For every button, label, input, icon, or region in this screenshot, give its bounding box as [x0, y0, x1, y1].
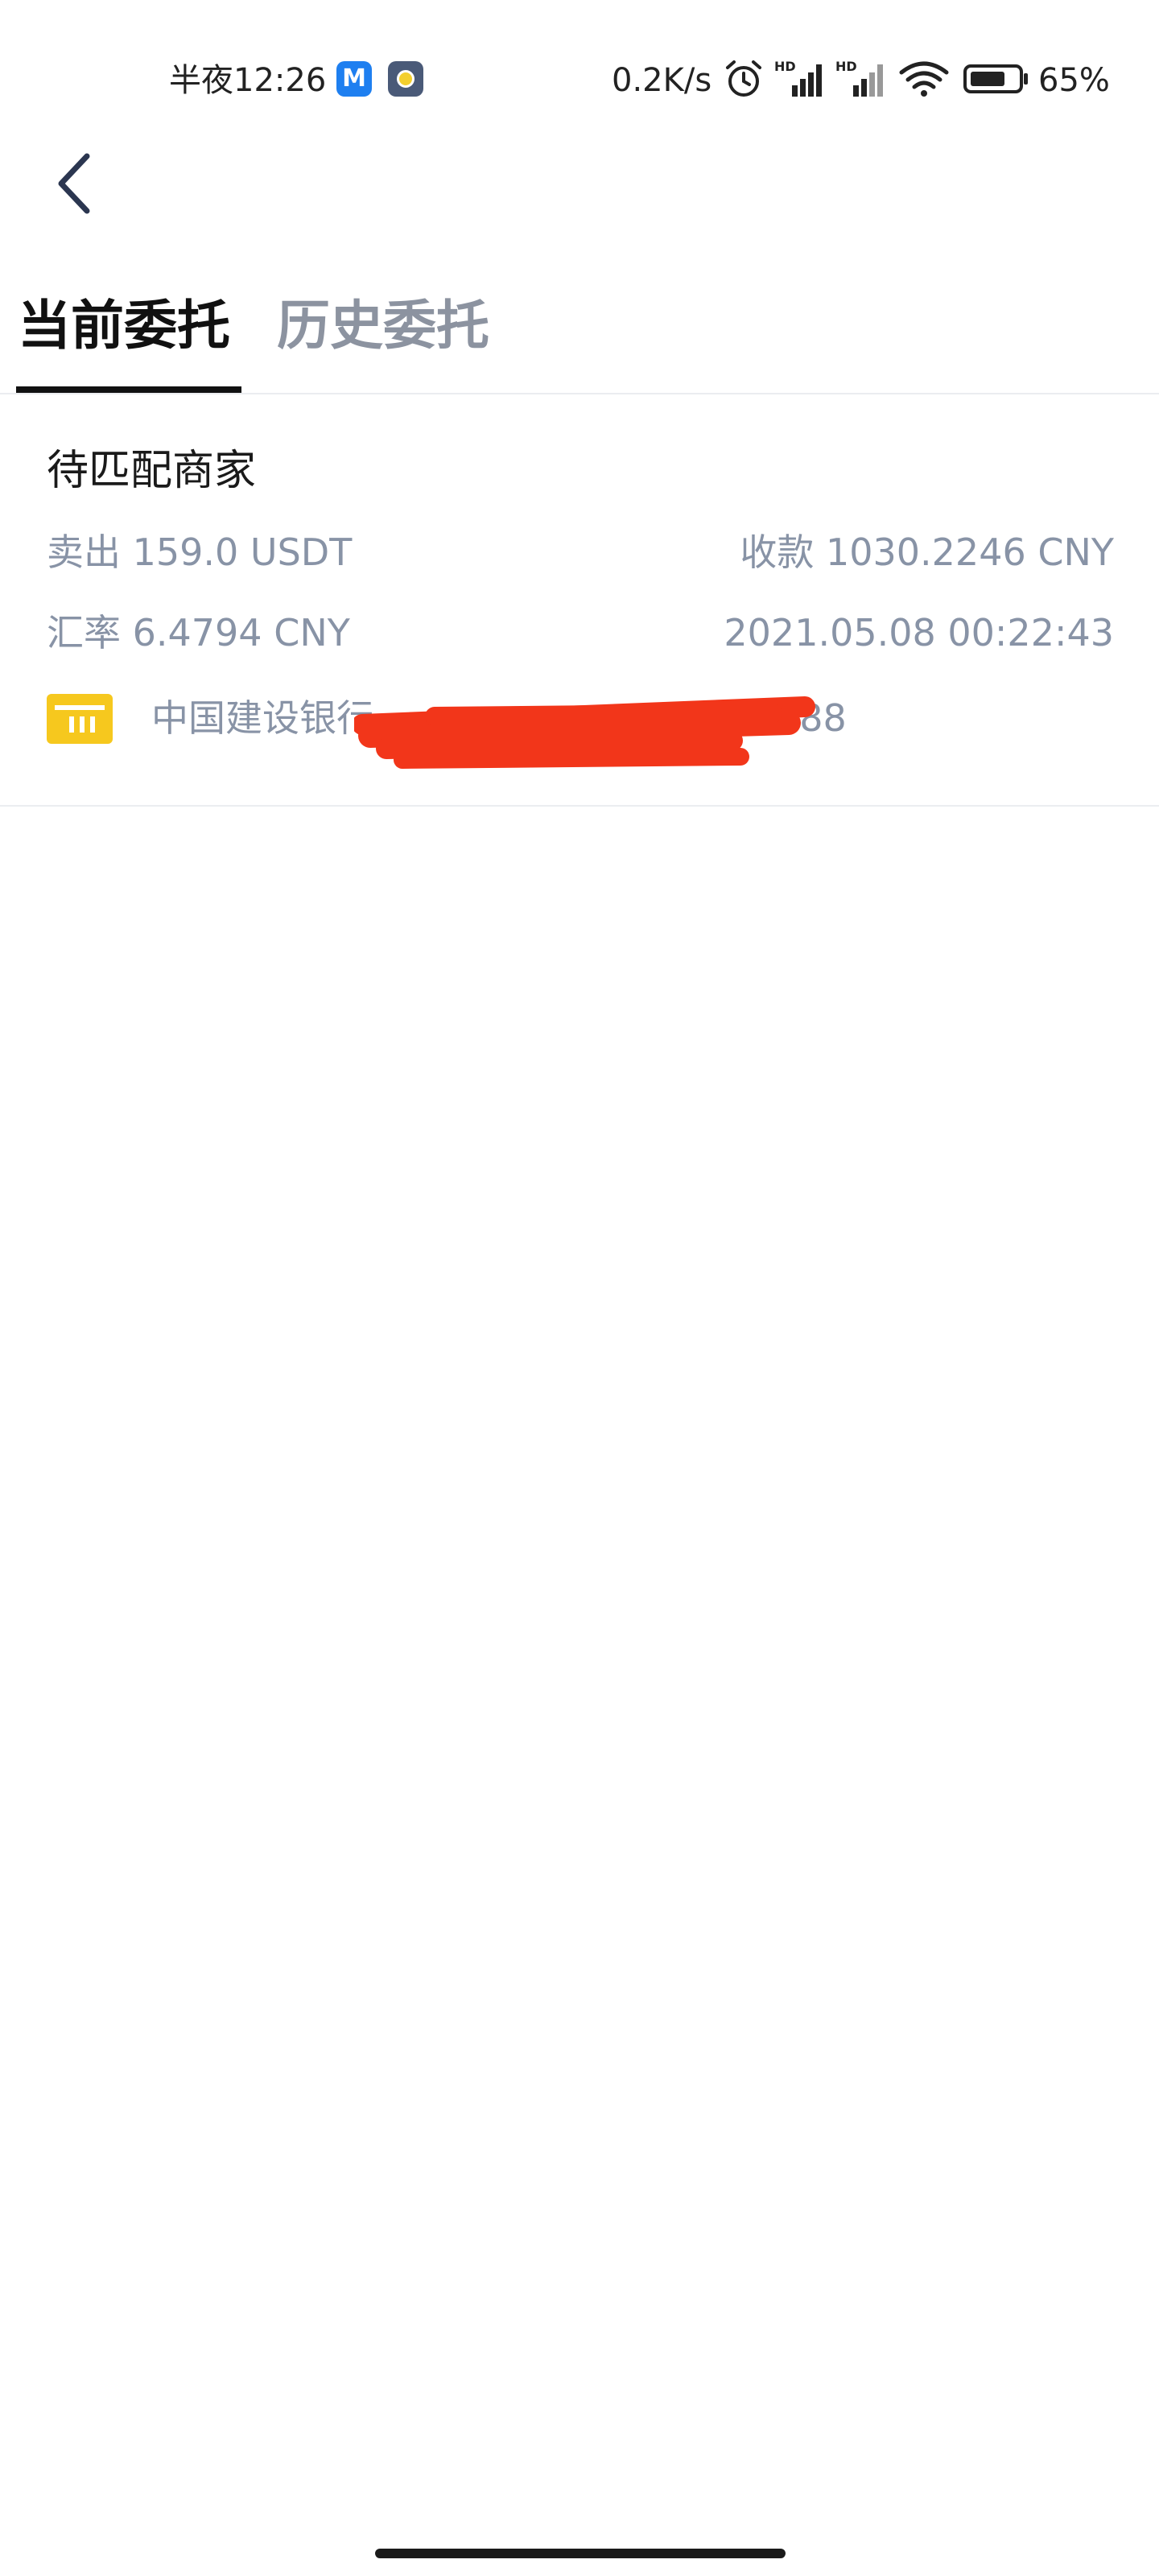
m-app-icon: M: [336, 61, 372, 97]
tab-history-orders[interactable]: 历史委托: [277, 290, 489, 362]
network-speed: 0.2K/s: [612, 62, 712, 99]
chevron-left-icon: [58, 153, 90, 214]
alarm-icon: [726, 60, 761, 97]
active-tab-indicator: [16, 386, 241, 393]
order-time: 2021.05.08 00:22:43: [724, 611, 1114, 654]
exchange-rate: 汇率 6.4794 CNY: [47, 611, 350, 654]
redaction-scribble: [354, 696, 815, 769]
battery-percent: 65%: [1038, 62, 1110, 99]
order-card[interactable]: 待匹配商家 卖出 159.0 USDT 收款 1030.2246 CNY 汇率 …: [0, 394, 1159, 807]
back-button[interactable]: [39, 145, 119, 225]
order-tabs: 当前委托 历史委托: [0, 274, 1159, 394]
order-status: 待匹配商家: [47, 447, 257, 495]
tab-current-orders[interactable]: 当前委托: [18, 290, 230, 362]
bank-card-icon: [47, 694, 113, 744]
svg-text:HD: HD: [835, 59, 857, 74]
home-indicator[interactable]: [375, 2549, 786, 2558]
battery-icon: [963, 64, 1028, 93]
sell-amount: 卖出 159.0 USDT: [47, 530, 353, 574]
status-time: 半夜12:26: [169, 62, 327, 99]
screen: 半夜12:26 M 0.2K/s HD HD 65% 当前委托 历史委托 待匹配…: [0, 0, 1159, 2576]
receive-amount: 收款 1030.2246 CNY: [740, 530, 1114, 574]
status-bar: 半夜12:26 M 0.2K/s HD HD 65%: [0, 0, 1159, 161]
hd-signal-icon: HD: [774, 59, 822, 97]
svg-text:HD: HD: [774, 59, 796, 74]
hd-signal-icon: HD: [835, 59, 883, 97]
eye-app-icon: [388, 61, 423, 97]
wifi-icon: [899, 61, 949, 97]
